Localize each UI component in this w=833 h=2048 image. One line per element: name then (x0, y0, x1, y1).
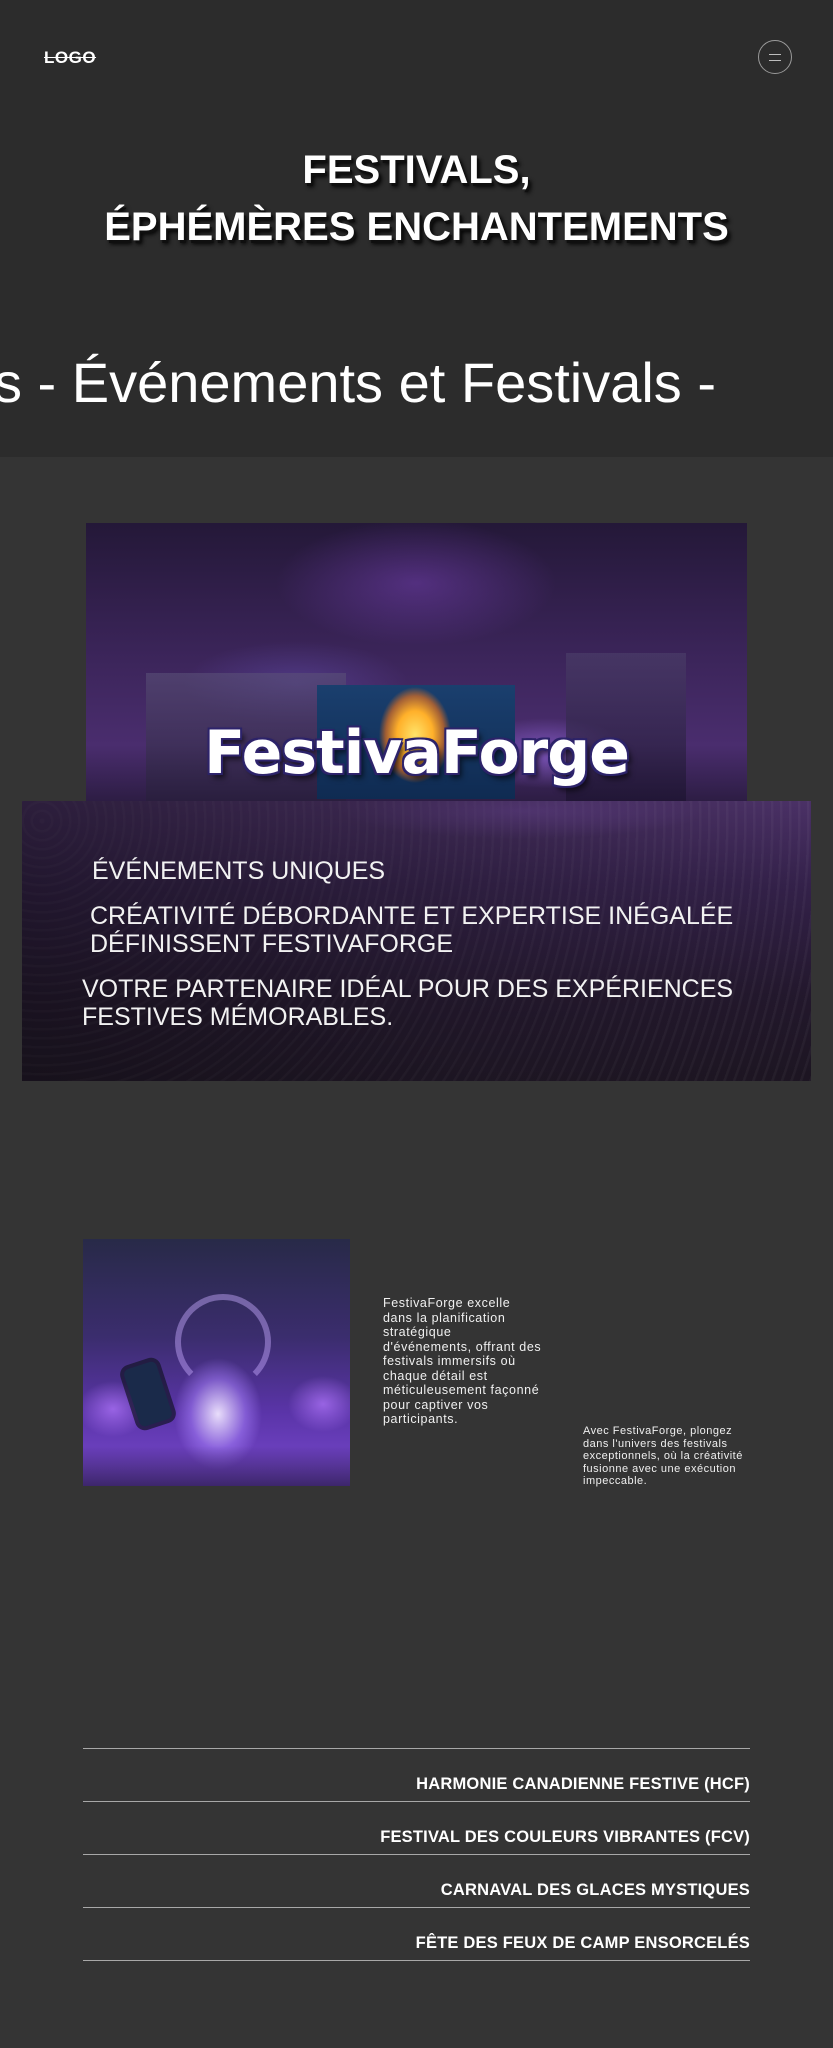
crowd-hands (83, 1446, 350, 1486)
banner-tagline-3: VOTRE PARTENAIRE IDÉAL POUR DES EXPÉRIEN… (82, 975, 733, 1031)
page-title: FESTIVALS, ÉPHÉMÈRES ENCHANTEMENTS (0, 142, 833, 256)
hero-section: LOGO FESTIVALS, ÉPHÉMÈRES ENCHANTEMENTS … (0, 0, 833, 457)
festival-list-item[interactable]: FÊTE DES FEUX DE CAMP ENSORCELÉS (83, 1907, 750, 1960)
about-paragraph-1: FestivaForge excelle dans la planificati… (383, 1296, 542, 1426)
phone-in-hand (122, 1360, 174, 1428)
festival-list-item[interactable]: HARMONIE CANADIENNE FESTIVE (HCF) (83, 1748, 750, 1801)
banner-tagline-2a: CRÉATIVITÉ DÉBORDANTE ET EXPERTISE INÉGA… (90, 902, 734, 930)
about-paragraph-2: Avec FestivaForge, plongez dans l'univer… (583, 1425, 743, 1487)
list-divider (83, 1960, 750, 1962)
concert-image (83, 1239, 350, 1486)
festival-list-item[interactable]: FESTIVAL DES COULEURS VIBRANTES (FCV) (83, 1801, 750, 1854)
menu-bar-bottom (769, 60, 781, 61)
brand-logo-text: FestivaForge (204, 718, 630, 788)
stage-arch (175, 1294, 271, 1390)
hamburger-menu-icon[interactable] (758, 40, 792, 74)
festival-list: HARMONIE CANADIENNE FESTIVE (HCF) FESTIV… (83, 1748, 750, 1962)
menu-bar-top (769, 54, 781, 55)
banner-tagline-2: CRÉATIVITÉ DÉBORDANTE ET EXPERTISE INÉGA… (90, 902, 733, 958)
banner-tagline-1: ÉVÉNEMENTS UNIQUES (92, 857, 386, 885)
page-title-line1: FESTIVALS, (302, 148, 531, 192)
marquee-text: s - Événements et Festivals - (0, 351, 717, 414)
page-title-line2: ÉPHÉMÈRES ENCHANTEMENTS (104, 205, 729, 249)
banner-tagline-2b: DÉFINISSENT FESTIVAFORGE (90, 930, 454, 958)
banner-tagline-3a: VOTRE PARTENAIRE IDÉAL POUR DES EXPÉRIEN… (82, 975, 734, 1003)
banner-tagline-3b: FESTIVES MÉMORABLES. (82, 1003, 394, 1031)
festival-list-item[interactable]: CARNAVAL DES GLACES MYSTIQUES (83, 1854, 750, 1907)
logo[interactable]: LOGO (44, 48, 96, 68)
